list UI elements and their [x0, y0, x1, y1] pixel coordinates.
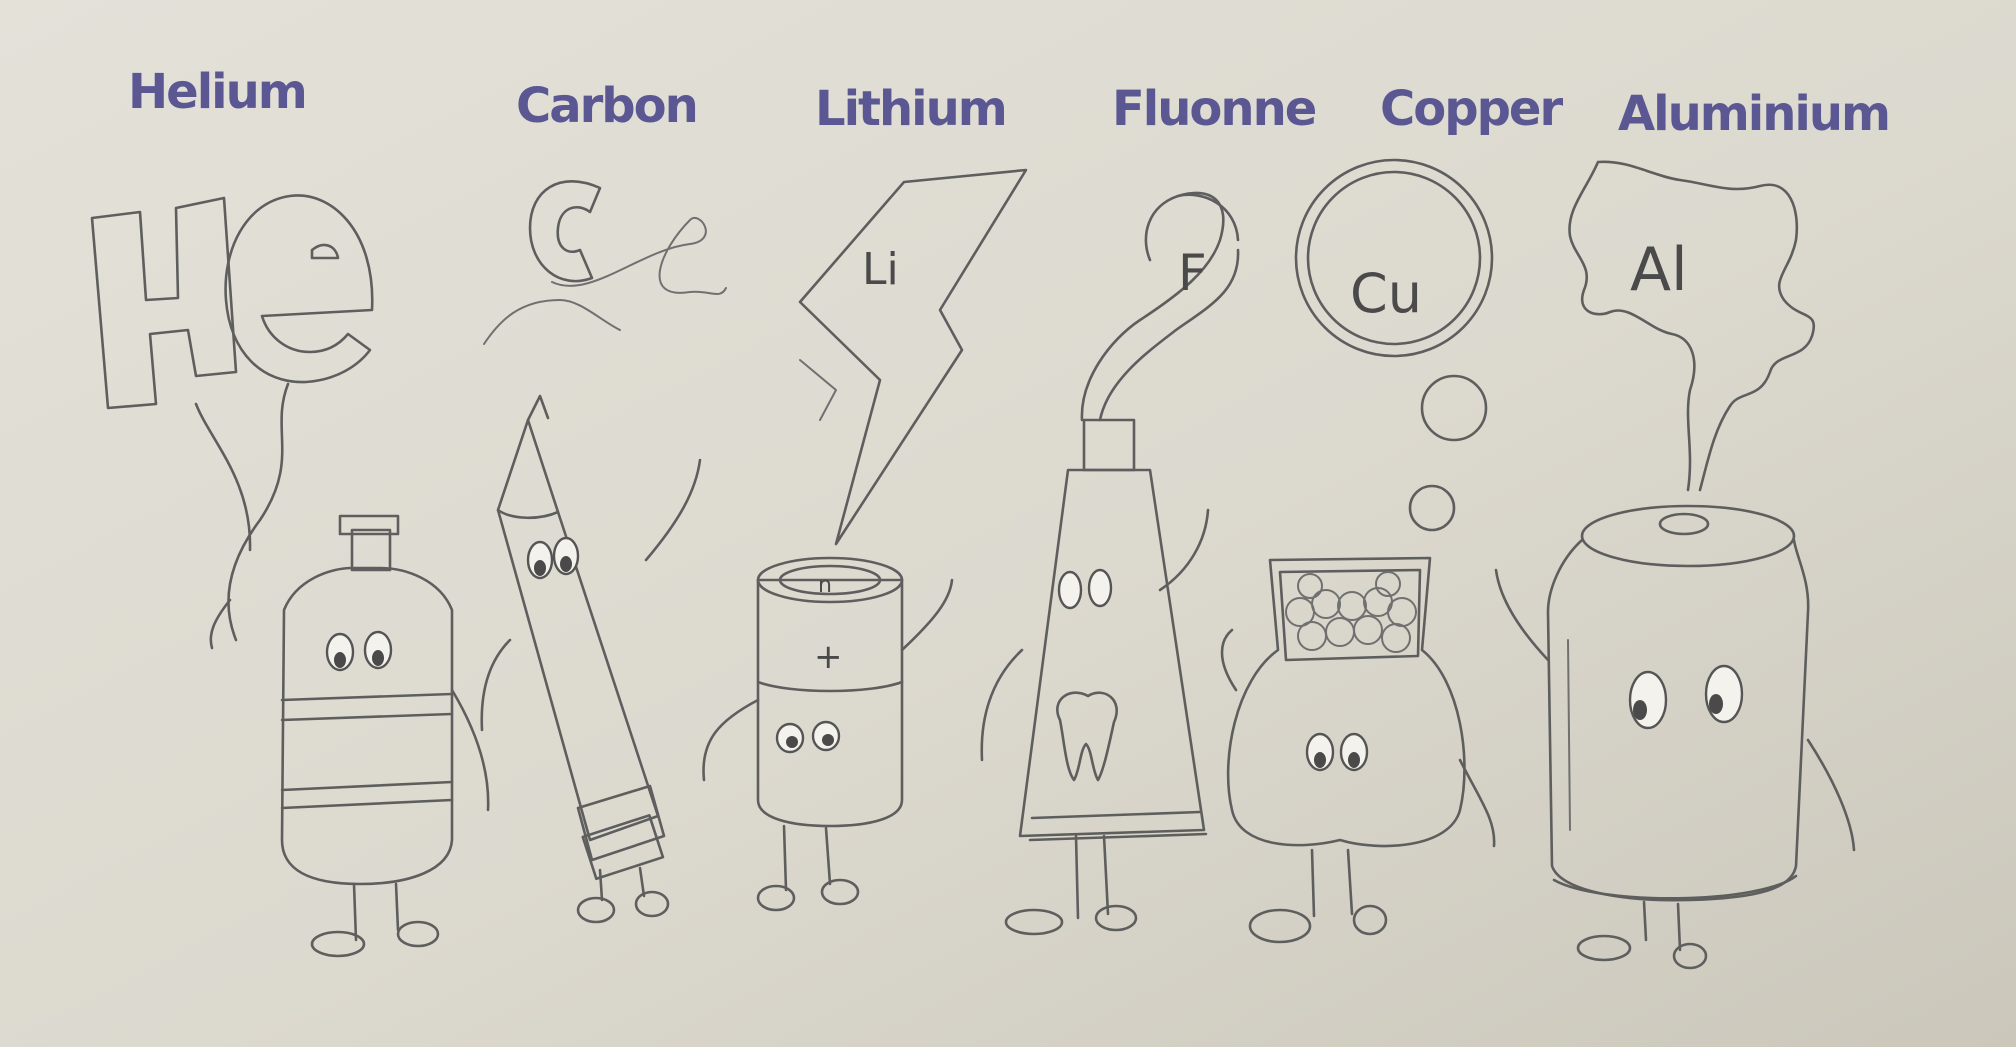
- aluminium-eye-left: [1628, 670, 1668, 730]
- fluorine-eye-left: [1057, 570, 1083, 610]
- copper-symbol: Cu: [1350, 262, 1422, 325]
- paper-background: [0, 0, 2016, 1047]
- lithium-battery-cap-mark: n: [818, 573, 832, 598]
- caption-fluorine: Fluonne: [1112, 81, 1316, 137]
- aluminium-symbol: Al: [1630, 235, 1688, 305]
- caption-copper: Copper: [1380, 81, 1563, 137]
- fluorine-eye-right: [1087, 568, 1113, 608]
- caption-helium: Helium: [128, 64, 306, 120]
- caption-lithium: Lithium: [815, 81, 1006, 137]
- caption-carbon: Carbon: [516, 78, 697, 134]
- lithium-symbol: Li: [862, 244, 899, 295]
- lithium-battery-plus: +: [814, 637, 843, 677]
- aluminium-eye-right: [1704, 664, 1744, 724]
- fluorine-symbol: F: [1178, 244, 1207, 302]
- caption-aluminium: Aluminium: [1618, 86, 1889, 142]
- drawing-canvas: Helium Carbon Lithium Fluonne Copper Alu…: [0, 0, 2016, 1047]
